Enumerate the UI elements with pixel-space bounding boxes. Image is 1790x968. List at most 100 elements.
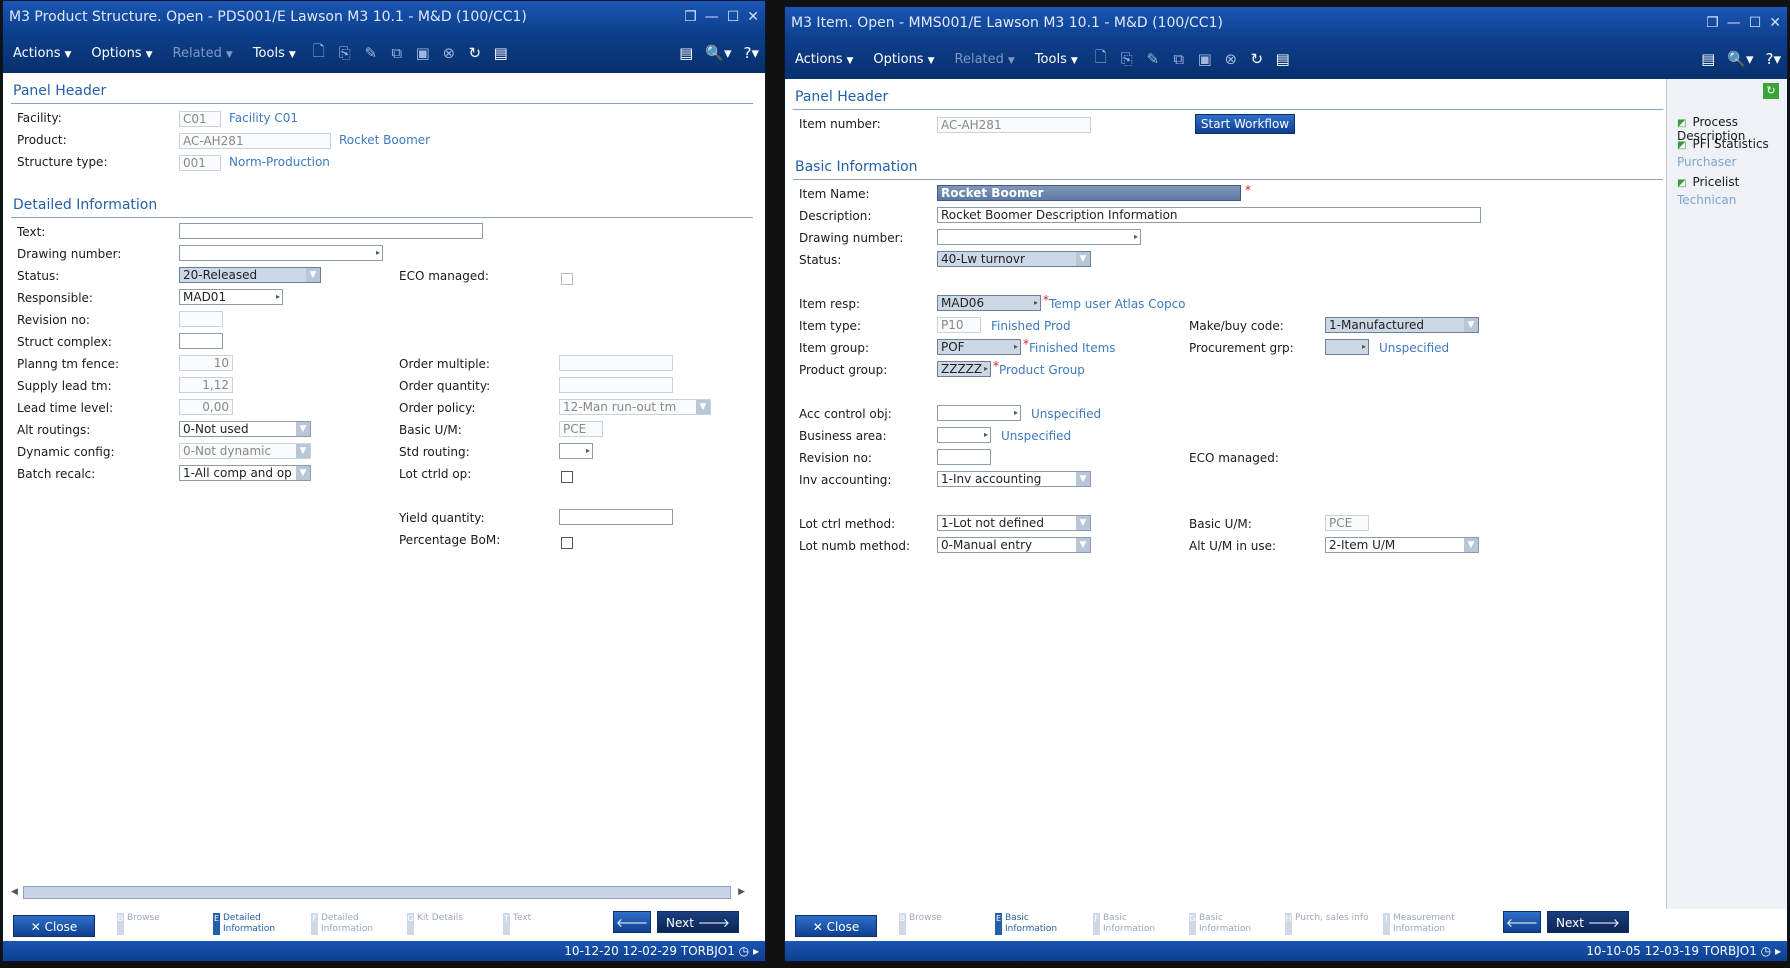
tab-browse[interactable]: B Browse xyxy=(117,913,160,935)
tab-measurement-information[interactable]: I Measurement Information xyxy=(1383,913,1465,935)
next-button[interactable]: Next 🡒 xyxy=(657,911,739,933)
maximize-icon[interactable]: ☐ xyxy=(727,1,740,33)
tab-detailed-information-f[interactable]: F Detailed Information xyxy=(311,913,385,935)
edit-icon[interactable]: ✎ xyxy=(1140,50,1166,68)
alt-um-select[interactable]: 2-Item U/M ▼ xyxy=(1325,537,1479,553)
inv-accounting-select[interactable]: 1-Inv accounting ▼ xyxy=(937,471,1091,487)
previous-button[interactable]: 🡐 xyxy=(1503,911,1541,933)
make-buy-select[interactable]: 1-Manufactured ▼ xyxy=(1325,317,1479,333)
close-button[interactable]: ✕ Close xyxy=(795,915,877,937)
technican-link[interactable]: Technican xyxy=(1677,193,1736,207)
actions-menu[interactable]: Actions ▼ xyxy=(3,46,81,61)
display-icon[interactable]: ▣ xyxy=(1192,50,1218,68)
restore-icon[interactable]: ❐ xyxy=(684,1,697,33)
scroll-right-icon[interactable]: ▶ xyxy=(738,887,745,897)
status-select[interactable]: 40-Lw turnovr ▼ xyxy=(937,251,1091,267)
notes-icon[interactable]: ▤ xyxy=(679,44,693,62)
delete-icon[interactable]: ⊗ xyxy=(1218,50,1244,68)
batch-recalc-select[interactable]: 1-All comp and op ▼ xyxy=(179,465,311,481)
item-name-input[interactable]: Rocket Boomer xyxy=(937,185,1241,201)
maximize-icon[interactable]: ☐ xyxy=(1749,7,1762,39)
duplicate-icon[interactable]: ⧉ xyxy=(1166,50,1192,68)
duplicate-icon[interactable]: ⧉ xyxy=(384,44,410,62)
drawing-number-input[interactable]: ▸ xyxy=(937,229,1141,245)
business-area-desc[interactable]: Unspecified xyxy=(1001,429,1071,443)
tab-text[interactable]: T Text xyxy=(503,913,531,935)
options-menu[interactable]: Options ▼ xyxy=(863,52,944,67)
business-area-input[interactable]: ▸ xyxy=(937,427,991,443)
zoom-icon[interactable]: 🔍▾ xyxy=(705,44,731,62)
item-type-desc[interactable]: Finished Prod xyxy=(991,319,1071,333)
tools-menu[interactable]: Tools ▼ xyxy=(243,46,306,61)
minimize-icon[interactable]: — xyxy=(705,1,719,33)
help-icon[interactable]: ?▾ xyxy=(1766,50,1782,68)
horizontal-scrollbar[interactable] xyxy=(23,886,731,899)
tab-basic-information-f[interactable]: F Basic Information xyxy=(1093,913,1167,935)
new-icon[interactable]: 🗋 xyxy=(306,41,332,66)
copy-record-icon[interactable]: ⎘ xyxy=(1114,50,1140,68)
related-menu[interactable]: Related ▼ xyxy=(163,46,243,61)
alt-routings-select[interactable]: 0-Not used ▼ xyxy=(179,421,311,437)
minimize-icon[interactable]: — xyxy=(1727,7,1741,39)
help-icon[interactable]: ?▾ xyxy=(744,44,760,62)
actions-menu[interactable]: Actions ▼ xyxy=(785,52,863,67)
status-menu-icon[interactable]: ▸ xyxy=(753,944,759,958)
facility-desc[interactable]: Facility C01 xyxy=(229,111,298,125)
drawing-number-input[interactable]: ▸ xyxy=(179,245,383,261)
acc-control-input[interactable]: ▸ xyxy=(937,405,1021,421)
close-icon[interactable]: ✕ xyxy=(747,1,759,33)
text-input[interactable] xyxy=(179,223,483,239)
item-resp-desc[interactable]: Temp user Atlas Copco xyxy=(1049,297,1186,311)
procurement-desc[interactable]: Unspecified xyxy=(1379,341,1449,355)
tab-detailed-information-e[interactable]: E Detailed Information xyxy=(213,913,287,935)
tab-basic-information-e[interactable]: E Basic Information xyxy=(995,913,1069,935)
lot-ctrl-method-select[interactable]: 1-Lot not defined ▼ xyxy=(937,515,1091,531)
lot-ctrld-checkbox[interactable] xyxy=(561,471,573,483)
eco-managed-checkbox[interactable] xyxy=(561,273,573,285)
previous-button[interactable]: 🡐 xyxy=(613,911,651,933)
product-group-desc[interactable]: Product Group xyxy=(999,363,1085,377)
document-icon[interactable]: ▤ xyxy=(488,44,514,62)
yield-quantity-input[interactable] xyxy=(559,509,673,525)
start-workflow-button[interactable]: Start Workflow xyxy=(1195,114,1295,134)
product-group-input[interactable]: ZZZZZ ▸ xyxy=(937,361,991,377)
description-input[interactable]: Rocket Boomer Description Information xyxy=(937,207,1481,223)
responsible-input[interactable]: MAD01 ▸ xyxy=(179,289,283,305)
panel-refresh-icon[interactable]: ↻ xyxy=(1763,83,1779,99)
tab-purch-sales-info[interactable]: H Purch, sales info xyxy=(1285,913,1379,935)
tab-kit-details[interactable]: G Kit Details xyxy=(407,913,463,935)
percentage-bom-checkbox[interactable] xyxy=(561,537,573,549)
tools-menu[interactable]: Tools ▼ xyxy=(1025,52,1088,67)
std-routing-input[interactable]: ▸ xyxy=(559,443,593,459)
status-menu-icon[interactable]: ▸ xyxy=(1775,944,1781,958)
next-button[interactable]: Next 🡒 xyxy=(1547,911,1629,933)
scroll-left-icon[interactable]: ◀ xyxy=(11,887,18,897)
close-icon[interactable]: ✕ xyxy=(1769,7,1781,39)
delete-icon[interactable]: ⊗ xyxy=(436,44,462,62)
struct-complex-input[interactable] xyxy=(179,333,223,349)
purchaser-link[interactable]: Purchaser xyxy=(1677,155,1736,169)
close-button[interactable]: ✕ Close xyxy=(13,915,95,937)
refresh-icon[interactable]: ↻ xyxy=(1244,50,1270,68)
related-menu[interactable]: Related ▼ xyxy=(945,52,1025,67)
procurement-input[interactable]: ▸ xyxy=(1325,339,1369,355)
status-select[interactable]: 20-Released ▼ xyxy=(179,267,321,283)
item-resp-input[interactable]: MAD06 ▸ xyxy=(937,295,1041,311)
zoom-icon[interactable]: 🔍▾ xyxy=(1727,50,1753,68)
restore-icon[interactable]: ❐ xyxy=(1706,7,1719,39)
refresh-icon[interactable]: ↻ xyxy=(462,44,488,62)
tab-browse[interactable]: B Browse xyxy=(899,913,942,935)
copy-record-icon[interactable]: ⎘ xyxy=(332,44,358,62)
new-icon[interactable]: 🗋 xyxy=(1088,47,1114,72)
document-icon[interactable]: ▤ xyxy=(1270,50,1296,68)
tab-basic-information-g[interactable]: G Basic Information xyxy=(1189,913,1263,935)
pfi-statistics-link[interactable]: ◩ PFI Statistics xyxy=(1677,137,1769,151)
notes-icon[interactable]: ▤ xyxy=(1701,50,1715,68)
item-group-desc[interactable]: Finished Items xyxy=(1029,341,1116,355)
product-desc[interactable]: Rocket Boomer xyxy=(339,133,430,147)
revision-input[interactable] xyxy=(937,449,991,465)
acc-control-desc[interactable]: Unspecified xyxy=(1031,407,1101,421)
display-icon[interactable]: ▣ xyxy=(410,44,436,62)
edit-icon[interactable]: ✎ xyxy=(358,44,384,62)
lot-numb-method-select[interactable]: 0-Manual entry ▼ xyxy=(937,537,1091,553)
